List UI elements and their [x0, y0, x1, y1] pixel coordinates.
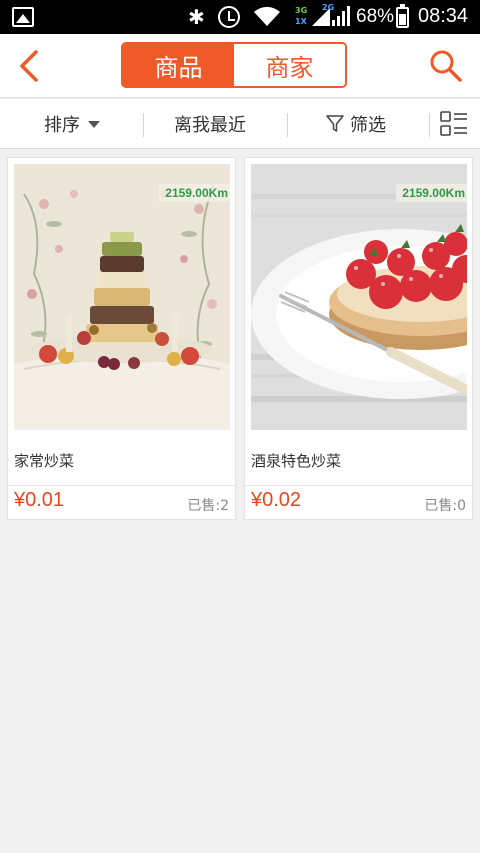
signal-icon-2 [332, 6, 350, 26]
product-image[interactable]: 2159.00Km [14, 164, 230, 430]
wifi-icon [254, 6, 280, 26]
clock: 08:34 [418, 5, 469, 27]
battery-percent: 68% [356, 6, 395, 27]
sort-label: 排序 [44, 115, 80, 136]
nearest-button[interactable]: 离我最近 [174, 99, 246, 149]
battery-icon [396, 4, 409, 28]
product-name: 酒泉特色炒菜 [251, 452, 342, 470]
divider [287, 113, 288, 137]
network-type-label: 3G 1X [295, 6, 308, 26]
search-icon[interactable] [428, 48, 464, 84]
distance-badge: 2159.00Km [159, 184, 230, 202]
product-price: ¥0.02 [251, 489, 302, 511]
goods-merchant-switch: 商品 商家 [121, 42, 347, 88]
status-bar: ✱ 3G 1X 2G 68% 08:34 [0, 0, 480, 34]
divider [245, 485, 472, 486]
distance-badge: 2159.00Km [396, 184, 467, 202]
product-price: ¥0.01 [14, 489, 65, 511]
caret-down-icon [88, 120, 100, 128]
alarm-icon [218, 6, 240, 28]
bluetooth-icon: ✱ [188, 5, 205, 29]
list-view-icon[interactable] [440, 111, 468, 137]
filter-button[interactable]: 筛选 [326, 99, 386, 149]
product-card[interactable]: 2159.00Km 家常炒菜 ¥0.01 已售:2 [7, 157, 236, 520]
filter-bar: 排序 离我最近 筛选 [0, 99, 480, 149]
sold-count: 已售:0 [424, 498, 466, 514]
funnel-icon [326, 115, 344, 132]
divider [8, 485, 235, 486]
product-name: 家常炒菜 [14, 452, 75, 470]
tab-goods[interactable]: 商品 [123, 44, 234, 86]
product-card[interactable]: 2159.00Km 酒泉特色炒菜 ¥0.02 已售:0 [244, 157, 473, 520]
top-bar: 商品 商家 [0, 34, 480, 98]
sold-count: 已售:2 [187, 498, 229, 514]
tab-merchants[interactable]: 商家 [234, 44, 345, 86]
divider [429, 113, 430, 137]
product-image[interactable]: 2159.00Km [251, 164, 467, 430]
divider [143, 113, 144, 137]
chevron-left-icon[interactable] [14, 48, 46, 84]
sort-dropdown[interactable]: 排序 [44, 99, 100, 149]
nearest-label: 离我最近 [174, 115, 246, 136]
gallery-icon [12, 7, 34, 27]
filter-label: 筛选 [350, 115, 386, 136]
